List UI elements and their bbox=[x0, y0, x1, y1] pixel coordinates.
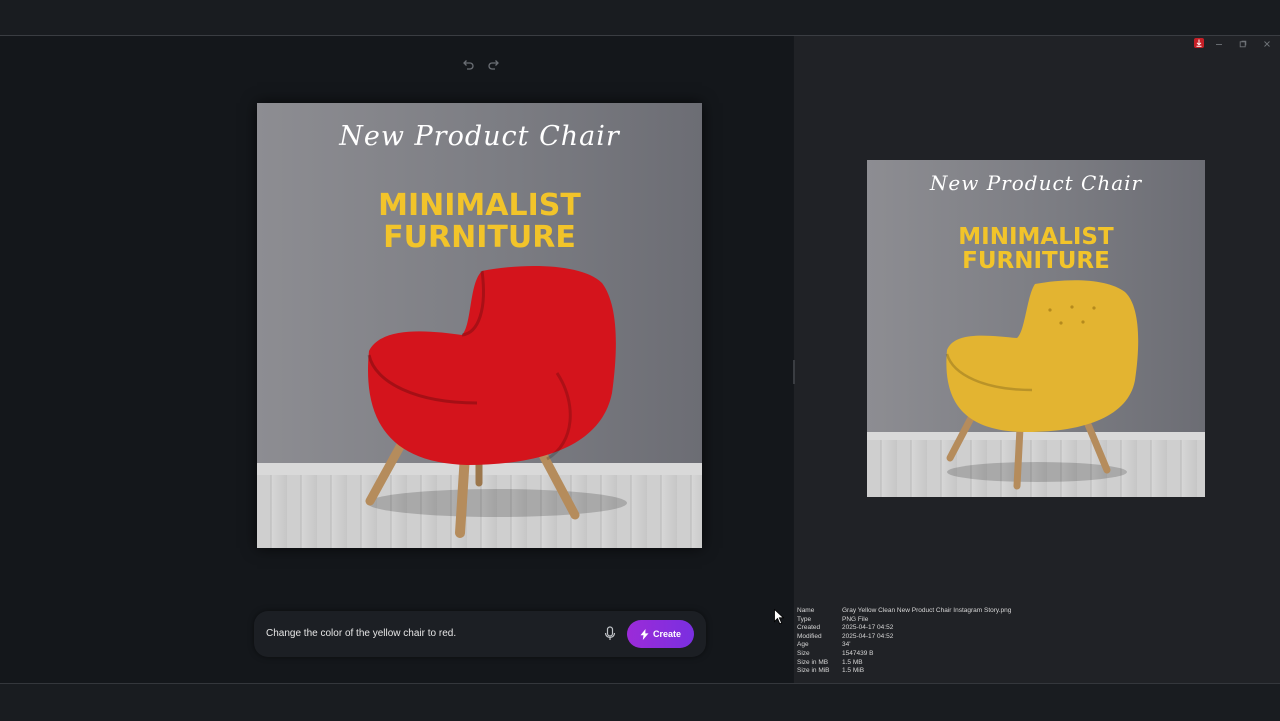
prompt-input[interactable]: Change the color of the yellow chair to … bbox=[266, 628, 456, 639]
bolt-icon bbox=[640, 628, 649, 640]
original-image-preview[interactable]: New Product Chair MINIMALIST FURNITURE bbox=[867, 160, 1205, 497]
pane-splitter[interactable] bbox=[792, 360, 796, 384]
minimize-icon[interactable] bbox=[1215, 40, 1223, 51]
create-button[interactable]: Create bbox=[627, 620, 694, 648]
create-button-label: Create bbox=[652, 629, 681, 639]
file-details: Name Gray Yellow Clean New Product Chair … bbox=[797, 607, 1011, 676]
cursor-icon bbox=[774, 608, 785, 625]
mic-icon[interactable] bbox=[604, 626, 616, 642]
file-detail-row: Size in MiB 1.5 MiB bbox=[797, 667, 865, 675]
undo-icon[interactable] bbox=[461, 58, 475, 72]
red-chair-illustration bbox=[365, 266, 627, 538]
edited-image[interactable]: New Product Chair MINIMALIST FURNITURE bbox=[257, 103, 702, 548]
redo-icon[interactable] bbox=[487, 58, 501, 72]
file-detail-row: Type PNG File bbox=[797, 615, 869, 623]
app-bottom-bar bbox=[0, 683, 1280, 721]
yellow-chair-illustration bbox=[945, 280, 1139, 490]
file-detail-row: Modified 2025-04-17 04:52 bbox=[797, 632, 894, 640]
prompt-bar: Change the color of the yellow chair to … bbox=[254, 611, 706, 657]
app-top-bar bbox=[0, 0, 1280, 36]
file-detail-row: Age 34' bbox=[797, 641, 851, 649]
close-icon[interactable] bbox=[1263, 40, 1271, 51]
download-icon[interactable] bbox=[1194, 38, 1204, 48]
file-detail-row: Name Gray Yellow Clean New Product Chair … bbox=[797, 607, 1012, 614]
file-detail-row: Size 1547439 B bbox=[797, 649, 874, 657]
file-detail-row: Created 2025-04-17 04:52 bbox=[797, 624, 894, 632]
file-detail-row: Size in MB 1.5 MB bbox=[797, 658, 863, 666]
restore-icon[interactable] bbox=[1239, 40, 1247, 51]
